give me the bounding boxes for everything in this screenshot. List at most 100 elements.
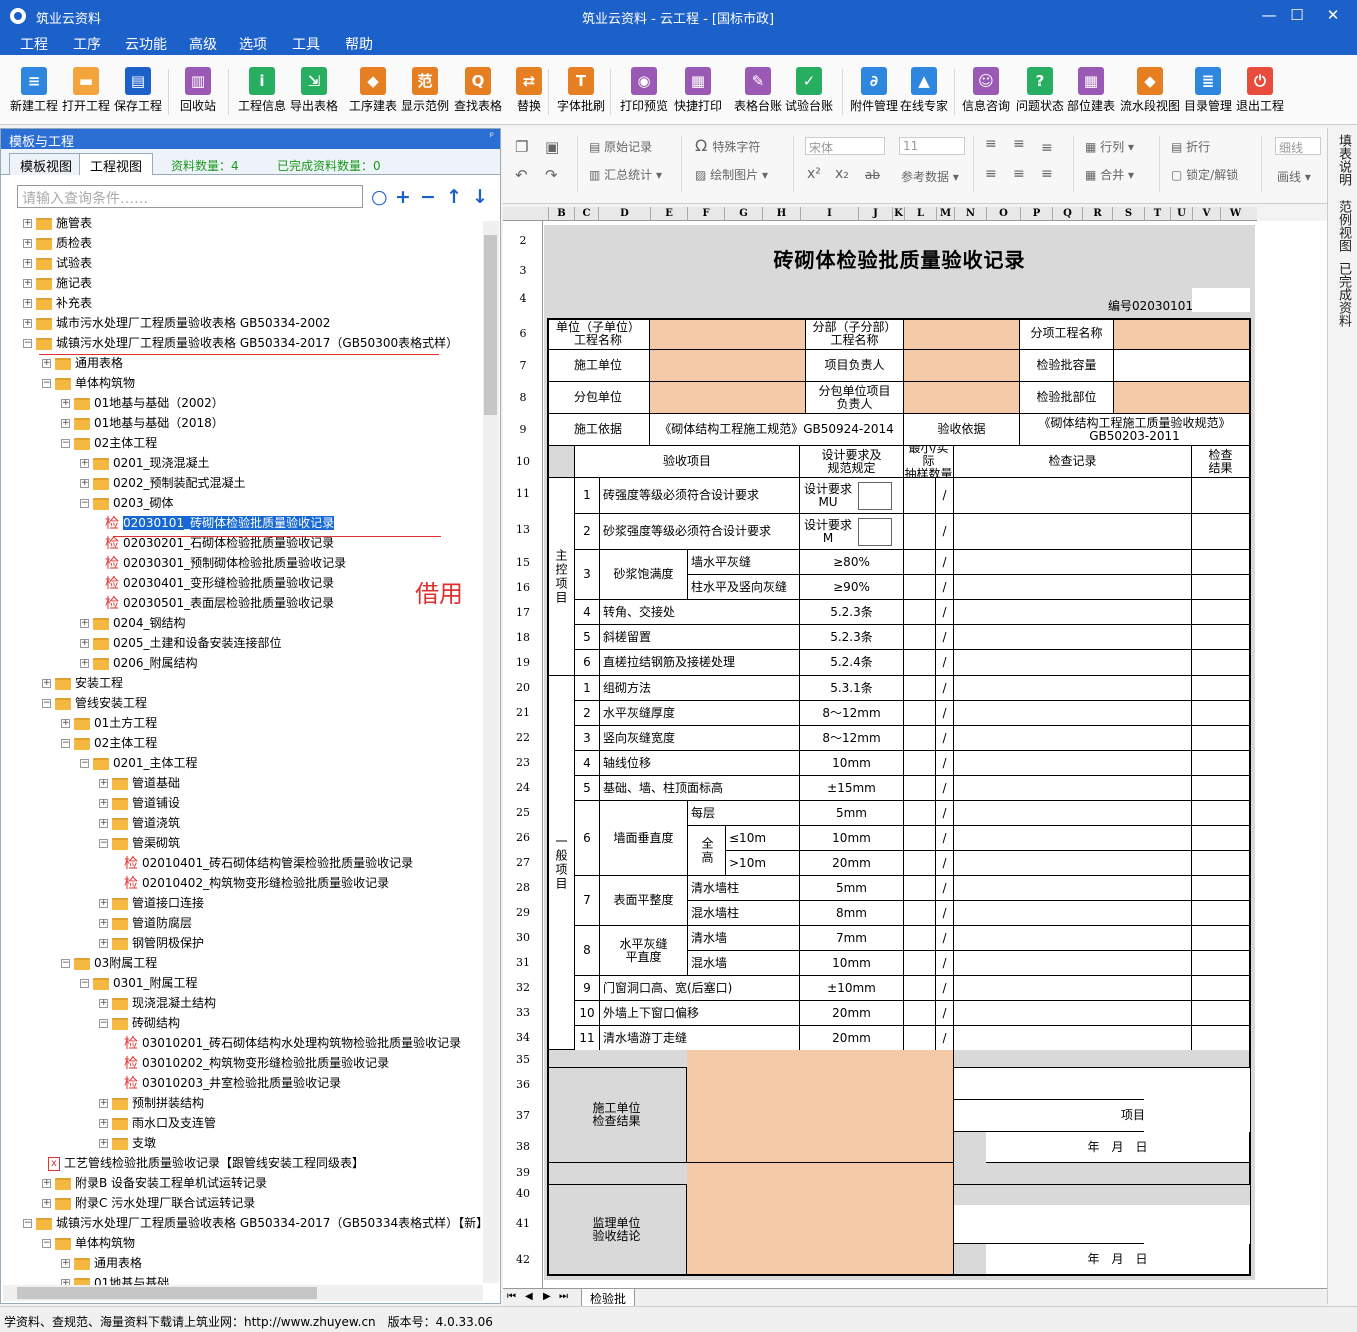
row-header[interactable]: 27 bbox=[503, 856, 543, 869]
expand-toggle-icon[interactable]: − bbox=[23, 1219, 32, 1228]
line-style-select[interactable]: 细线 bbox=[1275, 137, 1321, 155]
toolbar-button-3[interactable]: ▥ 回收站 bbox=[174, 67, 222, 123]
row-header[interactable]: 8 bbox=[503, 391, 543, 404]
row-header[interactable]: 26 bbox=[503, 831, 543, 844]
row-header[interactable]: 31 bbox=[503, 956, 543, 969]
sidebar-completed-docs[interactable]: 已完成资料 bbox=[1335, 262, 1351, 327]
row-header[interactable]: 15 bbox=[503, 556, 543, 569]
tree-node[interactable]: + 现浇混凝土结构 bbox=[99, 993, 216, 1013]
tree-node[interactable]: +0202_预制装配式混凝土 bbox=[80, 473, 246, 493]
add-icon[interactable]: + bbox=[395, 187, 411, 207]
merge-button[interactable]: ▦ 合并 ▾ bbox=[1085, 166, 1134, 183]
row-header[interactable]: 24 bbox=[503, 781, 543, 794]
expand-toggle-icon[interactable]: + bbox=[42, 359, 51, 368]
column-header[interactable]: W bbox=[1220, 207, 1250, 221]
column-header[interactable]: L bbox=[904, 207, 936, 221]
expand-toggle-icon[interactable]: + bbox=[99, 899, 108, 908]
row-header[interactable]: 22 bbox=[503, 731, 543, 744]
maximize-button[interactable]: ☐ bbox=[1284, 4, 1310, 26]
tree-node[interactable]: + 通用表格 bbox=[61, 1253, 142, 1273]
row-header[interactable]: 9 bbox=[503, 423, 543, 436]
first-sheet-icon[interactable]: ⏮ bbox=[507, 1291, 516, 1302]
expand-toggle-icon[interactable]: + bbox=[61, 1259, 70, 1268]
expand-toggle-icon[interactable]: + bbox=[99, 779, 108, 788]
menu-advanced[interactable]: 高级 bbox=[189, 34, 217, 54]
expand-toggle-icon[interactable]: − bbox=[42, 699, 51, 708]
draw-line-button[interactable]: 画线 ▾ bbox=[1277, 168, 1311, 185]
toolbar-button-0[interactable]: ≡ 新建工程 bbox=[10, 67, 58, 123]
expand-toggle-icon[interactable]: − bbox=[42, 379, 51, 388]
tree-node[interactable]: 检 02010401_砖石砌体结构管渠检验批质量验收记录 bbox=[124, 853, 413, 873]
toolbar-button-18[interactable]: ? 问题状态 bbox=[1016, 67, 1064, 123]
expand-toggle-icon[interactable]: + bbox=[80, 659, 89, 668]
row-header[interactable]: 2 bbox=[503, 234, 543, 247]
tree-node[interactable]: − 0301_附属工程 bbox=[80, 973, 198, 993]
tree-node[interactable]: − 02主体工程 bbox=[61, 433, 157, 453]
expand-toggle-icon[interactable]: + bbox=[61, 419, 70, 428]
move-up-icon[interactable]: ↑ bbox=[446, 187, 462, 207]
row-header[interactable]: 10 bbox=[503, 455, 543, 468]
toolbar-button-1[interactable]: ▬ 打开工程 bbox=[62, 67, 110, 123]
toolbar-button-17[interactable]: ☺ 信息咨询 bbox=[962, 67, 1010, 123]
column-header[interactable]: K bbox=[892, 207, 904, 221]
row-header[interactable]: 32 bbox=[503, 981, 543, 994]
tree-node[interactable]: − 0203_砌体 bbox=[80, 493, 174, 513]
column-header[interactable]: P bbox=[1020, 207, 1052, 221]
tree-node[interactable]: 检 02030301_预制砌体检验批质量验收记录 bbox=[105, 553, 346, 573]
row-header[interactable]: 35 bbox=[503, 1053, 543, 1066]
close-button[interactable]: ✕ bbox=[1320, 4, 1346, 26]
pin-icon[interactable]: ᵖ bbox=[490, 131, 494, 142]
expand-toggle-icon[interactable]: + bbox=[23, 219, 32, 228]
tree-node[interactable]: − 城镇污水处理厂工程质量验收表格 GB50334-2017（GB50334表格式… bbox=[23, 1213, 483, 1233]
toolbar-button-10[interactable]: T 字体批刷 bbox=[557, 67, 605, 123]
tree-node[interactable]: 检 03010202_构筑物变形缝检验批质量验收记录 bbox=[124, 1053, 389, 1073]
row-header[interactable]: 18 bbox=[503, 631, 543, 644]
expand-toggle-icon[interactable]: + bbox=[99, 939, 108, 948]
toolbar-button-11[interactable]: ◉ 打印预览 bbox=[620, 67, 668, 123]
row-header[interactable]: 29 bbox=[503, 906, 543, 919]
column-header[interactable]: Q bbox=[1052, 207, 1082, 221]
tree-node[interactable]: + 试验表 bbox=[23, 253, 92, 273]
toolbar-button-9[interactable]: ⇄ 替换 bbox=[505, 67, 553, 123]
tree-node[interactable]: − 单体构筑物 bbox=[42, 1233, 135, 1253]
search-input[interactable]: 请输入查询条件…… bbox=[17, 185, 363, 208]
tree-node[interactable]: + 安装工程 bbox=[42, 673, 123, 693]
row-header[interactable]: 42 bbox=[503, 1253, 543, 1266]
row-header[interactable]: 4 bbox=[503, 292, 543, 305]
tree-node[interactable]: + 钢管阴极保护 bbox=[99, 933, 204, 953]
expand-toggle-icon[interactable]: − bbox=[99, 839, 108, 848]
tree-node[interactable]: + 施管表 bbox=[23, 213, 92, 233]
tree-node[interactable]: + 管道接口连接 bbox=[99, 893, 204, 913]
tree-node[interactable]: − 管线安装工程 bbox=[42, 693, 147, 713]
expand-toggle-icon[interactable]: − bbox=[23, 339, 32, 348]
menu-tools[interactable]: 工具 bbox=[292, 34, 320, 54]
expand-toggle-icon[interactable]: − bbox=[61, 739, 70, 748]
tree-node[interactable]: + 补充表 bbox=[23, 293, 92, 313]
tab-project-view[interactable]: 工程视图 bbox=[79, 153, 154, 175]
row-header[interactable]: 34 bbox=[503, 1031, 543, 1044]
tree-node[interactable]: + 管道防腐层 bbox=[99, 913, 192, 933]
row-header[interactable]: 20 bbox=[503, 681, 543, 694]
last-sheet-icon[interactable]: ⏭ bbox=[559, 1291, 568, 1302]
expand-toggle-icon[interactable]: − bbox=[42, 1239, 51, 1248]
row-header[interactable]: 21 bbox=[503, 706, 543, 719]
toolbar-button-14[interactable]: ✓ 试验台账 bbox=[785, 67, 833, 123]
column-header[interactable]: H bbox=[762, 207, 800, 221]
expand-toggle-icon[interactable]: + bbox=[80, 619, 89, 628]
tree-node[interactable]: 检 02010402_构筑物变形缝检验批质量验收记录 bbox=[124, 873, 389, 893]
align-center-icon[interactable]: ≡ bbox=[1013, 166, 1025, 182]
expand-toggle-icon[interactable]: + bbox=[99, 799, 108, 808]
original-record-button[interactable]: ▤ 原始记录 bbox=[589, 138, 652, 155]
row-header[interactable]: 39 bbox=[503, 1166, 543, 1179]
toolbar-button-4[interactable]: i 工程信息 bbox=[238, 67, 286, 123]
wrap-button[interactable]: ▤ 折行 bbox=[1171, 138, 1210, 155]
expand-toggle-icon[interactable]: + bbox=[99, 919, 108, 928]
search-icon[interactable]: ○ bbox=[371, 187, 388, 207]
expand-toggle-icon[interactable]: + bbox=[42, 1179, 51, 1188]
tree-node[interactable]: + 支墩 bbox=[99, 1133, 156, 1153]
expand-toggle-icon[interactable]: + bbox=[80, 639, 89, 648]
column-header[interactable]: J bbox=[858, 207, 892, 221]
sidebar-example-view[interactable]: 范例视图 bbox=[1335, 200, 1351, 252]
column-header[interactable]: S bbox=[1112, 207, 1144, 221]
tab-template-view[interactable]: 模板视图 bbox=[9, 153, 84, 175]
